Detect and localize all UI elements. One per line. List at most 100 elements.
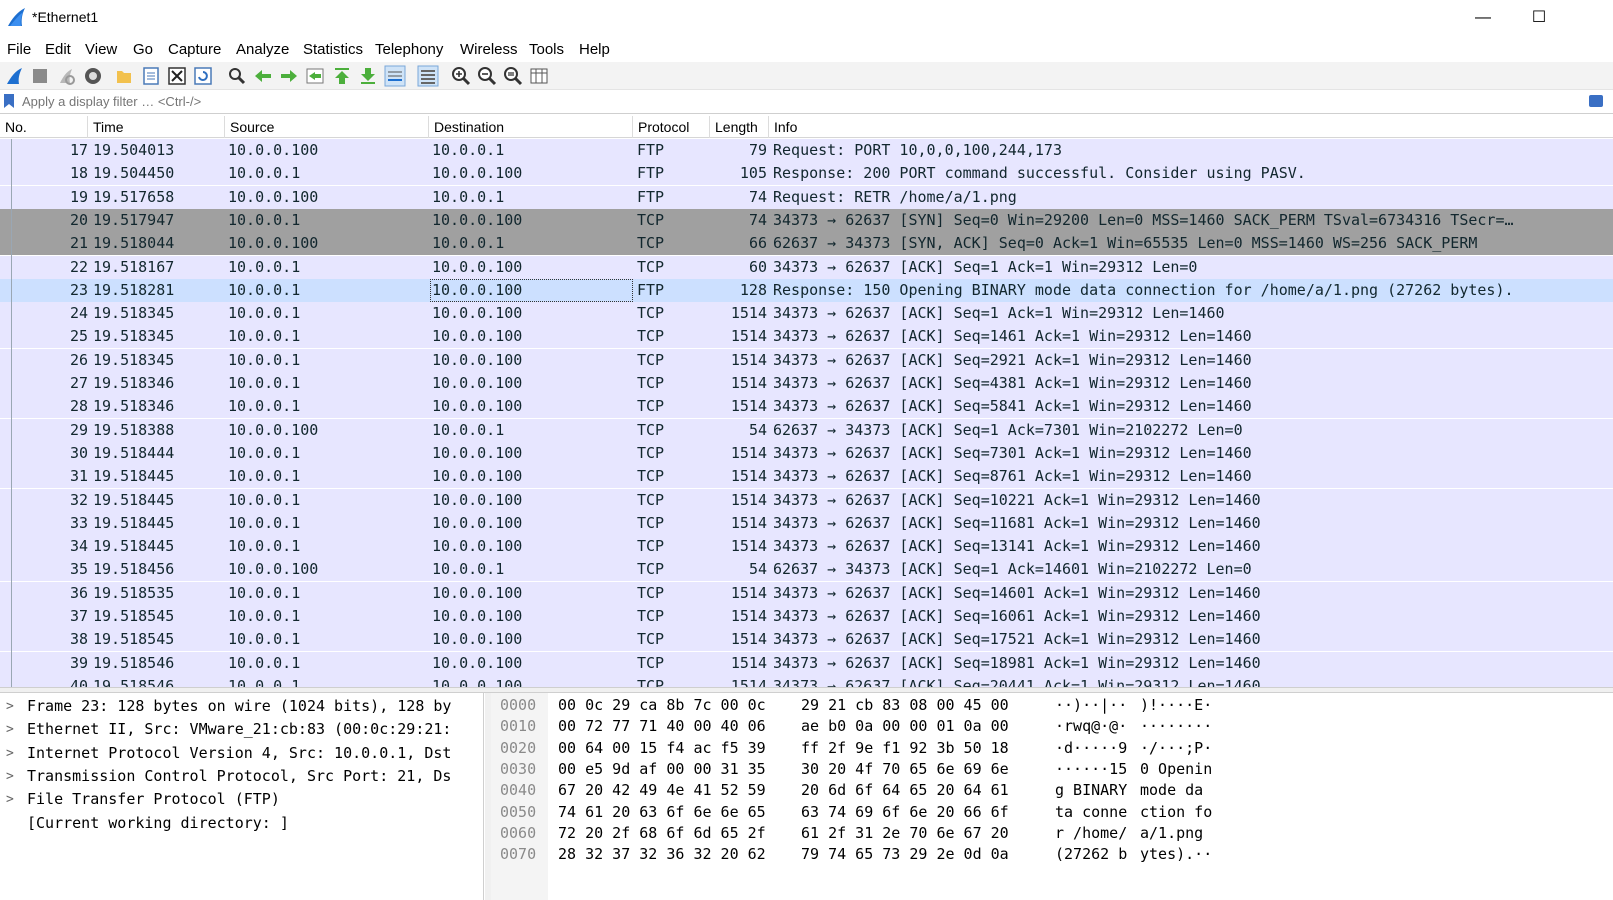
packet-row[interactable]: 23 19.518281 10.0.0.1 10.0.0.100 FTP 128 Respo… <box>0 278 1613 302</box>
packet-row[interactable]: 17 19.504013 10.0.0.100 10.0.0.1 FTP 79 Reques… <box>0 139 1613 162</box>
column-header-info[interactable]: Info <box>769 116 1613 138</box>
column-header-protocol[interactable]: Protocol <box>633 116 710 138</box>
packet-row[interactable]: 20 19.517947 10.0.0.1 10.0.0.100 TCP 74 34373 … <box>0 208 1613 232</box>
menu-telephony[interactable]: Telephony <box>375 41 443 58</box>
autoscroll-icon[interactable] <box>384 65 406 87</box>
go-to-packet-icon[interactable] <box>304 65 326 87</box>
packet-cell-time: 19.518345 <box>93 350 175 369</box>
expand-chevron-icon[interactable]: > <box>6 742 18 765</box>
packet-row[interactable]: 38 19.518545 10.0.0.1 10.0.0.100 TCP 1514 3437… <box>0 628 1613 652</box>
hex-dump-row[interactable]: 0000 00 0c 29 ca 8b 7c 00 0c 29 21 cb 83 0… <box>491 695 1613 716</box>
maximize-button[interactable]: ☐ <box>1516 2 1562 34</box>
apply-filter-icon[interactable] <box>1589 95 1603 107</box>
expand-chevron-icon[interactable]: > <box>6 718 18 741</box>
column-header-source[interactable]: Source <box>225 116 429 138</box>
menu-go[interactable]: Go <box>133 41 153 58</box>
packet-row[interactable]: 39 19.518546 10.0.0.1 10.0.0.100 TCP 1514 3437… <box>0 651 1613 675</box>
packet-row[interactable]: 22 19.518167 10.0.0.1 10.0.0.100 TCP 60 34373 … <box>0 255 1613 279</box>
packet-row[interactable]: 30 19.518444 10.0.0.1 10.0.0.100 TCP 1514 3437… <box>0 441 1613 465</box>
menu-wireless[interactable]: Wireless <box>460 41 518 58</box>
packet-row[interactable]: 24 19.518345 10.0.0.1 10.0.0.100 TCP 1514 3437… <box>0 302 1613 326</box>
packet-row[interactable]: 36 19.518535 10.0.0.1 10.0.0.100 TCP 1514 3437… <box>0 581 1613 605</box>
go-back-icon[interactable] <box>252 65 274 87</box>
packet-row[interactable]: 26 19.518345 10.0.0.1 10.0.0.100 TCP 1514 3437… <box>0 348 1613 372</box>
menu-statistics[interactable]: Statistics <box>303 41 363 58</box>
column-header-time[interactable]: Time <box>88 116 225 138</box>
packet-row[interactable]: 18 19.504450 10.0.0.1 10.0.0.100 FTP 105 Respo… <box>0 162 1613 186</box>
packet-cell-len: 1514 <box>730 537 767 556</box>
column-header-destination[interactable]: Destination <box>429 116 633 138</box>
expand-chevron-icon[interactable]: > <box>6 765 18 788</box>
reload-file-icon[interactable] <box>192 65 214 87</box>
packet-row[interactable]: 28 19.518346 10.0.0.1 10.0.0.100 TCP 1514 3437… <box>0 395 1613 419</box>
menu-analyze[interactable]: Analyze <box>236 41 289 58</box>
hex-dump-row[interactable]: 0050 74 61 20 63 6f 6e 6e 65 63 74 69 6f 6… <box>491 802 1613 823</box>
packet-cell-time: 19.518345 <box>93 304 175 323</box>
menu-view[interactable]: View <box>85 41 117 58</box>
detail-tree-item[interactable]: [Current working directory: ] <box>0 812 483 835</box>
start-capture-icon[interactable] <box>4 65 26 87</box>
packet-row[interactable]: 40 19.518546 10.0.0.1 10.0.0.100 TCP 1514 3437… <box>0 674 1613 687</box>
packet-row[interactable]: 33 19.518445 10.0.0.1 10.0.0.100 TCP 1514 3437… <box>0 511 1613 535</box>
bookmark-icon[interactable] <box>4 94 14 108</box>
detail-tree-item[interactable]: > Ethernet II, Src: VMware_21:cb:83 (00:0… <box>0 718 483 741</box>
detail-tree-item[interactable]: > File Transfer Protocol (FTP) <box>0 788 483 811</box>
capture-options-icon[interactable] <box>82 65 104 87</box>
menu-edit[interactable]: Edit <box>45 41 71 58</box>
packet-row[interactable]: 35 19.518456 10.0.0.100 10.0.0.1 TCP 54 62637 … <box>0 558 1613 582</box>
hex-dump-row[interactable]: 0030 00 e5 9d af 00 00 31 35 30 20 4f 70 6… <box>491 759 1613 780</box>
packet-details-pane[interactable]: > Frame 23: 128 bytes on wire (1024 bits)… <box>0 693 484 900</box>
restart-capture-icon[interactable] <box>55 65 77 87</box>
packet-row[interactable]: 21 19.518044 10.0.0.100 10.0.0.1 TCP 66 62637 … <box>0 232 1613 256</box>
stop-capture-icon[interactable] <box>29 65 51 87</box>
expand-chevron-icon[interactable]: > <box>6 788 18 811</box>
zoom-in-icon[interactable] <box>450 65 472 87</box>
menu-capture[interactable]: Capture <box>168 41 221 58</box>
packet-cell-no: 18 <box>69 164 88 183</box>
packet-row[interactable]: 25 19.518345 10.0.0.1 10.0.0.100 TCP 1514 3437… <box>0 325 1613 349</box>
minimize-button[interactable]: — <box>1460 2 1506 34</box>
find-packet-icon[interactable] <box>226 65 248 87</box>
display-filter-input[interactable] <box>18 92 1548 112</box>
packet-cell-dst: 10.0.0.1 <box>432 234 505 253</box>
packet-row[interactable]: 29 19.518388 10.0.0.100 10.0.0.1 TCP 54 62637 … <box>0 418 1613 442</box>
packet-cell-info: 34373 → 62637 [SYN] Seq=0 Win=29200 Len=… <box>773 210 1514 229</box>
column-header-length[interactable]: Length <box>710 116 769 138</box>
column-header-no[interactable]: No. <box>0 116 88 138</box>
hex-dump-row[interactable]: 0070 28 32 37 32 36 32 20 62 79 74 65 73 2… <box>491 844 1613 865</box>
packet-list[interactable]: 17 19.504013 10.0.0.100 10.0.0.1 FTP 79 Reques… <box>0 139 1613 687</box>
zoom-out-icon[interactable] <box>476 65 498 87</box>
zoom-normal-icon[interactable] <box>502 65 524 87</box>
resize-columns-icon[interactable] <box>528 65 550 87</box>
packet-cell-len: 54 <box>748 560 767 579</box>
colorize-icon[interactable] <box>417 65 439 87</box>
go-last-packet-icon[interactable] <box>357 65 379 87</box>
menu-file[interactable]: File <box>7 41 31 58</box>
packet-bytes-pane[interactable]: 0000 00 0c 29 ca 8b 7c 00 0c 29 21 cb 83 0… <box>491 693 1613 900</box>
packet-cell-dst: 10.0.0.1 <box>432 560 505 579</box>
menu-help[interactable]: Help <box>579 41 610 58</box>
go-forward-icon[interactable] <box>278 65 300 87</box>
hex-dump-row[interactable]: 0040 67 20 42 49 4e 41 52 59 20 6d 6f 64 6… <box>491 780 1613 801</box>
hex-dump-row[interactable]: 0060 72 20 2f 68 6f 6d 65 2f 61 2f 31 2e 7… <box>491 823 1613 844</box>
packet-row[interactable]: 34 19.518445 10.0.0.1 10.0.0.100 TCP 1514 3437… <box>0 535 1613 559</box>
open-file-icon[interactable] <box>113 65 135 87</box>
packet-row[interactable]: 37 19.518545 10.0.0.1 10.0.0.100 TCP 1514 3437… <box>0 605 1613 628</box>
detail-tree-item[interactable]: > Internet Protocol Version 4, Src: 10.0.… <box>0 742 483 765</box>
packet-row[interactable]: 31 19.518445 10.0.0.1 10.0.0.100 TCP 1514 3437… <box>0 465 1613 489</box>
close-file-icon[interactable] <box>166 65 188 87</box>
detail-tree-item[interactable]: > Transmission Control Protocol, Src Port… <box>0 765 483 788</box>
packet-row[interactable]: 19 19.517658 10.0.0.100 10.0.0.1 FTP 74 Reques… <box>0 185 1613 209</box>
detail-tree-item[interactable]: > Frame 23: 128 bytes on wire (1024 bits)… <box>0 695 483 718</box>
menu-tools[interactable]: Tools <box>529 41 564 58</box>
packet-cell-src: 10.0.0.100 <box>228 234 319 253</box>
packet-cell-time: 19.518545 <box>93 607 175 625</box>
go-first-packet-icon[interactable] <box>331 65 353 87</box>
expand-chevron-icon[interactable]: > <box>6 695 18 718</box>
hex-dump-row[interactable]: 0020 00 64 00 15 f4 ac f5 39 ff 2f 9e f1 9… <box>491 738 1613 759</box>
save-file-icon[interactable] <box>140 65 162 87</box>
detail-tree-label: File Transfer Protocol (FTP) <box>27 790 280 809</box>
packet-row[interactable]: 32 19.518445 10.0.0.1 10.0.0.100 TCP 1514 3437… <box>0 488 1613 512</box>
hex-dump-row[interactable]: 0010 00 72 77 71 40 00 40 06 ae b0 0a 00 0… <box>491 716 1613 737</box>
packet-row[interactable]: 27 19.518346 10.0.0.1 10.0.0.100 TCP 1514 3437… <box>0 372 1613 395</box>
